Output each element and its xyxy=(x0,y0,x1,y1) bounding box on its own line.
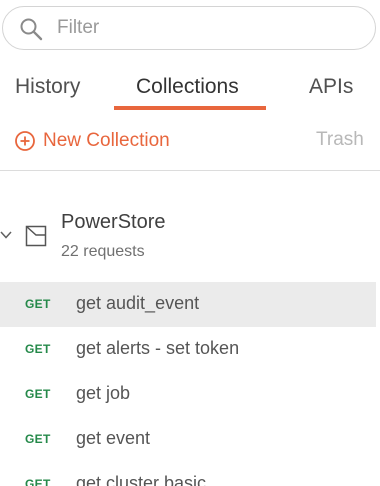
tab-history[interactable]: History xyxy=(15,75,80,99)
request-name: get job xyxy=(76,383,131,403)
method-badge: GET xyxy=(25,387,51,401)
collections-sidebar: History Collections APIs New Collection … xyxy=(0,0,380,486)
collection-request-count: 22 requests xyxy=(61,243,145,260)
add-circle-icon xyxy=(15,131,35,151)
chevron-down-icon[interactable] xyxy=(0,229,12,241)
request-item[interactable]: GET get job xyxy=(0,372,376,417)
request-name: get event xyxy=(76,428,151,448)
method-badge: GET xyxy=(25,342,51,356)
method-badge: GET xyxy=(25,432,51,446)
tab-apis[interactable]: APIs xyxy=(309,75,353,99)
request-name: get cluster basic xyxy=(76,473,207,486)
request-name: get alerts - set token xyxy=(76,338,240,358)
filter-input[interactable] xyxy=(57,15,357,41)
method-badge: GET xyxy=(25,297,51,311)
request-list: GET get audit_event GET get alerts - set… xyxy=(0,282,380,486)
filter-box[interactable] xyxy=(2,6,376,50)
new-collection-label: New Collection xyxy=(43,130,170,151)
divider xyxy=(0,170,380,171)
request-item[interactable]: GET get audit_event xyxy=(0,282,376,327)
request-item[interactable]: GET get alerts - set token xyxy=(0,327,376,372)
new-collection-button[interactable]: New Collection xyxy=(14,128,170,154)
request-item[interactable]: GET get cluster basic xyxy=(0,462,376,486)
method-badge: GET xyxy=(25,477,51,486)
active-tab-indicator xyxy=(114,106,266,110)
request-item[interactable]: GET get event xyxy=(0,417,376,462)
search-icon xyxy=(20,18,43,41)
trash-button[interactable]: Trash xyxy=(316,129,364,151)
collection-icon xyxy=(25,225,47,247)
collection-name[interactable]: PowerStore xyxy=(61,211,166,234)
request-name: get audit_event xyxy=(76,293,200,313)
tab-collections[interactable]: Collections xyxy=(136,75,239,99)
